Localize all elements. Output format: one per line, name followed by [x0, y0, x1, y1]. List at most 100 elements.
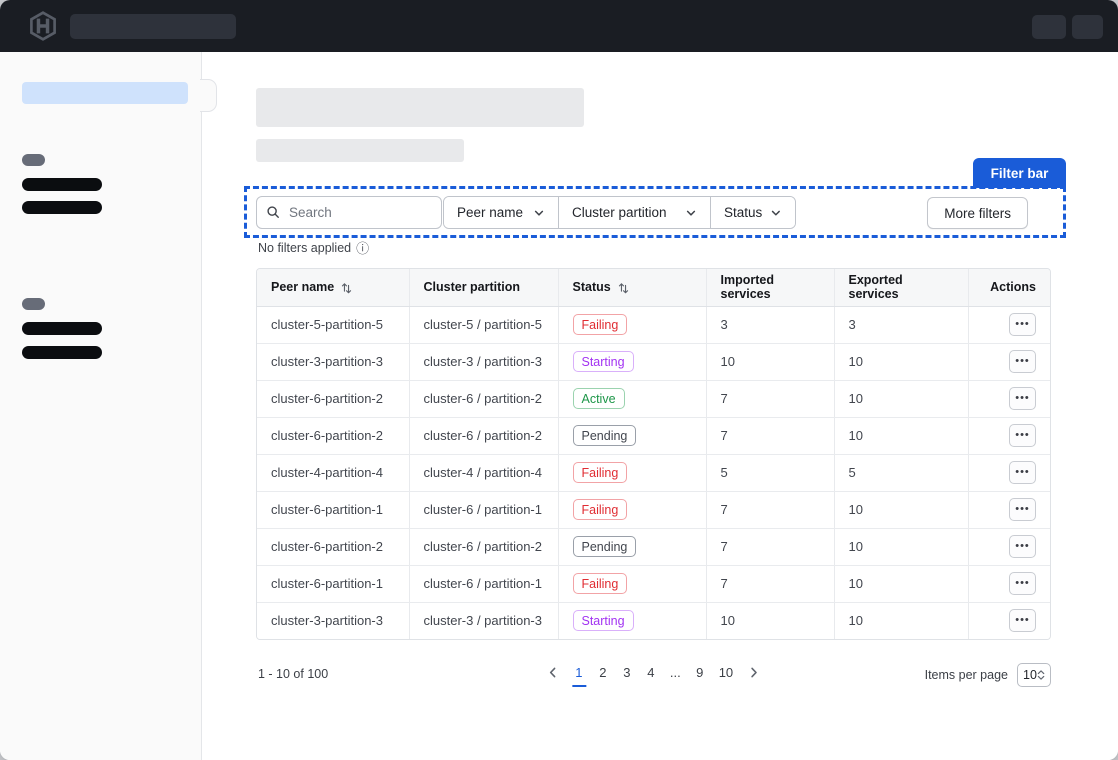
status-badge: Failing: [573, 499, 628, 520]
search-input[interactable]: [256, 196, 442, 229]
peer-name-cell: cluster-5-partition-5: [257, 306, 409, 343]
row-actions-button[interactable]: •••: [1009, 424, 1036, 447]
next-page-icon[interactable]: [744, 660, 764, 684]
actions-cell: •••: [968, 602, 1050, 639]
search-field-wrap: [256, 196, 442, 229]
status-badge: Failing: [573, 573, 628, 594]
cluster-partition-cell: cluster-3 / partition-3: [409, 343, 558, 380]
row-actions-button[interactable]: •••: [1009, 350, 1036, 373]
sidebar-item-skeleton-4: [22, 346, 102, 359]
status-cell: Failing: [558, 491, 706, 528]
peer-name-cell: cluster-4-partition-4: [257, 454, 409, 491]
more-filters-button[interactable]: More filters: [927, 197, 1028, 229]
peer-name-cell: cluster-6-partition-2: [257, 417, 409, 454]
peer-name-cell: cluster-3-partition-3: [257, 343, 409, 380]
page-button-3[interactable]: 3: [619, 660, 635, 684]
actions-cell: •••: [968, 380, 1050, 417]
navbar-action-skeleton-1: [1032, 15, 1066, 39]
status-cell: Pending: [558, 528, 706, 565]
page-button-1[interactable]: 1: [571, 660, 587, 684]
items-per-page: Items per page 10: [925, 663, 1051, 687]
column-header-exported-services: Exported services: [834, 269, 968, 306]
status-badge: Failing: [573, 462, 628, 483]
page-button-4[interactable]: 4: [643, 660, 659, 684]
exported-services-cell: 10: [834, 565, 968, 602]
peers-table: Peer name Cluster partition: [256, 268, 1051, 640]
items-per-page-select[interactable]: 10: [1017, 663, 1051, 687]
info-icon[interactable]: ⓘ: [356, 242, 369, 255]
exported-services-cell: 10: [834, 491, 968, 528]
actions-cell: •••: [968, 454, 1050, 491]
status-badge: Starting: [573, 610, 634, 631]
imported-services-cell: 7: [706, 380, 834, 417]
table-row: cluster-6-partition-2 cluster-6 / partit…: [257, 417, 1050, 454]
cluster-partition-cell: cluster-4 / partition-4: [409, 454, 558, 491]
actions-cell: •••: [968, 565, 1050, 602]
pagination-range-text: 1 - 10 of 100: [258, 667, 328, 681]
row-actions-button[interactable]: •••: [1009, 313, 1036, 336]
page-button-9[interactable]: 9: [692, 660, 708, 684]
cluster-partition-cell: cluster-6 / partition-2: [409, 417, 558, 454]
row-actions-button[interactable]: •••: [1009, 498, 1036, 521]
status-cell: Starting: [558, 343, 706, 380]
sidebar-collapse-handle[interactable]: [200, 79, 217, 112]
page-subtitle-skeleton: [256, 139, 464, 162]
row-actions-button[interactable]: •••: [1009, 609, 1036, 632]
cluster-partition-cell: cluster-6 / partition-2: [409, 528, 558, 565]
page-button-10[interactable]: 10: [716, 660, 736, 684]
table-row: cluster-6-partition-2 cluster-6 / partit…: [257, 380, 1050, 417]
search-icon: [266, 205, 280, 219]
actions-cell: •••: [968, 343, 1050, 380]
column-label: Actions: [990, 280, 1036, 294]
cluster-partition-dropdown[interactable]: Cluster partition: [558, 197, 710, 228]
imported-services-cell: 5: [706, 454, 834, 491]
sidebar-active-item-skeleton: [22, 82, 188, 104]
peer-name-dropdown-label: Peer name: [457, 205, 523, 220]
row-actions-button[interactable]: •••: [1009, 387, 1036, 410]
exported-services-cell: 10: [834, 417, 968, 454]
previous-page-icon[interactable]: [543, 660, 563, 684]
no-filters-text: No filters applied: [258, 241, 351, 255]
column-header-cluster-partition: Cluster partition: [409, 269, 558, 306]
table-row: cluster-5-partition-5 cluster-5 / partit…: [257, 306, 1050, 343]
page-button-2[interactable]: 2: [595, 660, 611, 684]
peer-name-dropdown[interactable]: Peer name: [444, 197, 558, 228]
imported-services-cell: 7: [706, 528, 834, 565]
status-cell: Active: [558, 380, 706, 417]
status-badge: Starting: [573, 351, 634, 372]
status-badge: Pending: [573, 536, 637, 557]
column-label: Imported services: [721, 273, 774, 301]
table-row: cluster-4-partition-4 cluster-4 / partit…: [257, 454, 1050, 491]
sort-icon: [617, 281, 630, 294]
status-dropdown[interactable]: Status: [710, 197, 795, 228]
chevron-down-icon: [685, 207, 697, 219]
exported-services-cell: 10: [834, 602, 968, 639]
column-header-peer-name[interactable]: Peer name: [257, 269, 409, 306]
exported-services-cell: 10: [834, 343, 968, 380]
cluster-partition-cell: cluster-5 / partition-5: [409, 306, 558, 343]
actions-cell: •••: [968, 528, 1050, 565]
pager: 1234...910: [543, 660, 764, 684]
column-header-status[interactable]: Status: [558, 269, 706, 306]
table-header-row: Peer name Cluster partition: [257, 269, 1050, 306]
peer-name-cell: cluster-6-partition-1: [257, 565, 409, 602]
sidebar-item-skeleton-3: [22, 322, 102, 335]
cluster-partition-cell: cluster-6 / partition-1: [409, 491, 558, 528]
row-actions-button[interactable]: •••: [1009, 572, 1036, 595]
top-navbar: [0, 0, 1118, 52]
sidebar-section-label-skeleton-1: [22, 154, 45, 166]
row-actions-button[interactable]: •••: [1009, 535, 1036, 558]
main-content: Filter bar Peer name Cluster partition: [202, 52, 1118, 760]
status-badge: Pending: [573, 425, 637, 446]
cluster-partition-cell: cluster-6 / partition-2: [409, 380, 558, 417]
items-per-page-label: Items per page: [925, 668, 1008, 682]
sidebar-section-label-skeleton-2: [22, 298, 45, 310]
filter-bar: Peer name Cluster partition Status: [244, 186, 1066, 238]
actions-cell: •••: [968, 306, 1050, 343]
status-cell: Pending: [558, 417, 706, 454]
imported-services-cell: 7: [706, 491, 834, 528]
status-badge: Active: [573, 388, 625, 409]
actions-cell: •••: [968, 491, 1050, 528]
app-window: Filter bar Peer name Cluster partition: [0, 0, 1118, 760]
row-actions-button[interactable]: •••: [1009, 461, 1036, 484]
